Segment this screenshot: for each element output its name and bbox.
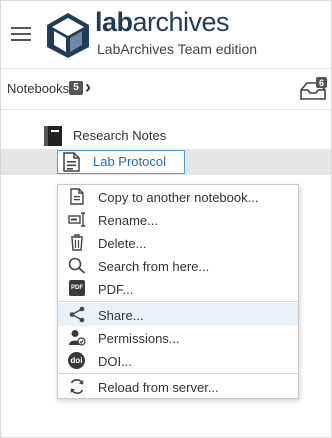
menu-item-permissions[interactable]: Permissions... (58, 326, 298, 349)
labarchives-logo-icon (47, 13, 89, 58)
menu-item-pdf[interactable]: PDF PDF... (58, 277, 298, 300)
tree-item-label: Research Notes (73, 128, 167, 143)
notebooks-count-badge: 5 (69, 81, 83, 95)
menu-separator (58, 301, 298, 302)
logo-text: labarchives (95, 7, 230, 37)
tree-item-lab-protocol[interactable]: Lab Protocol (1, 149, 331, 175)
menu-item-search[interactable]: Search from here... (58, 254, 298, 277)
notebooks-bar: Notebooks 5 › 6 (1, 68, 331, 110)
trash-icon (71, 234, 83, 251)
rename-icon (68, 212, 85, 227)
pdf-icon: PDF (69, 280, 85, 296)
search-icon (68, 257, 86, 274)
tree-item-research-notes[interactable]: Research Notes (1, 123, 331, 149)
menu-item-delete[interactable]: Delete... (58, 231, 298, 254)
menu-item-copy[interactable]: Copy to another notebook... (58, 185, 298, 208)
menu-item-rename[interactable]: Rename... (58, 208, 298, 231)
tree-item-label: Lab Protocol (93, 154, 166, 169)
reload-icon (70, 379, 84, 394)
inbox-count: 6 (319, 78, 324, 88)
copy-icon (70, 188, 84, 205)
menu-item-share[interactable]: Share... (58, 303, 298, 326)
context-menu: Copy to another notebook... Rename... De… (57, 184, 299, 399)
page-icon (63, 152, 80, 172)
notebook-icon (44, 126, 62, 146)
app-frame: labarchives LabArchives Team edition Not… (0, 0, 332, 438)
hamburger-menu-icon[interactable] (11, 27, 31, 41)
doi-icon: doi (68, 352, 85, 369)
edition-label: LabArchives Team edition (97, 41, 258, 57)
chevron-right-icon[interactable]: › (85, 77, 91, 98)
inbox-icon[interactable]: 6 (299, 77, 327, 101)
permissions-icon (69, 330, 86, 346)
header: labarchives LabArchives Team edition (1, 1, 331, 67)
menu-item-reload[interactable]: Reload from server... (58, 375, 298, 398)
menu-item-doi[interactable]: doi DOI... (58, 349, 298, 372)
menu-separator (58, 373, 298, 374)
share-icon (69, 306, 85, 323)
notebooks-link[interactable]: Notebooks (7, 81, 69, 96)
